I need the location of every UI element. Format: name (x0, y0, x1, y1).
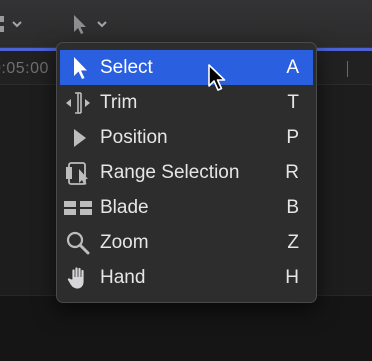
range-selection-icon (66, 162, 88, 185)
menu-item-zoom[interactable]: Zoom Z (60, 225, 313, 260)
menu-item-label: Hand (100, 267, 146, 288)
toolbar (0, 0, 372, 48)
menu-item-range-selection[interactable]: Range Selection R (60, 155, 313, 190)
menu-item-hand[interactable]: Hand H (60, 260, 313, 295)
menu-item-blade[interactable]: Blade B (60, 190, 313, 225)
menu-item-label: Position (100, 127, 168, 148)
menu-item-shortcut: A (286, 57, 299, 78)
menu-item-shortcut: R (285, 162, 299, 183)
menu-item-label: Blade (100, 197, 149, 218)
menu-item-shortcut: Z (287, 232, 299, 253)
trim-icon (66, 92, 90, 114)
magnifier-icon (66, 231, 90, 255)
mouse-cursor-icon (208, 64, 226, 91)
position-arrow-icon (74, 129, 86, 147)
menu-item-label: Range Selection (100, 162, 240, 183)
menu-item-label: Zoom (100, 232, 149, 253)
ruler-tick (347, 61, 348, 77)
timeline-lower-area (0, 295, 372, 361)
tool-selector-icon[interactable] (68, 12, 112, 36)
arrow-pointer-icon (74, 57, 87, 79)
tools-menu: Select A Trim T Position P Range Selecti… (56, 42, 317, 303)
menu-item-shortcut: B (286, 197, 299, 218)
menu-item-shortcut: P (286, 127, 299, 148)
hand-icon (66, 266, 85, 290)
menu-item-position[interactable]: Position P (60, 120, 313, 155)
menu-item-shortcut: H (285, 267, 299, 288)
menu-item-select[interactable]: Select A (60, 50, 313, 85)
menu-item-trim[interactable]: Trim T (60, 85, 313, 120)
ruler-timecode: 0:05:00 (0, 60, 49, 77)
menu-item-label: Trim (100, 92, 138, 113)
blade-icon (64, 201, 92, 215)
clip-appearance-icon[interactable] (0, 12, 30, 36)
menu-item-label: Select (100, 57, 153, 78)
menu-item-shortcut: T (287, 92, 299, 113)
